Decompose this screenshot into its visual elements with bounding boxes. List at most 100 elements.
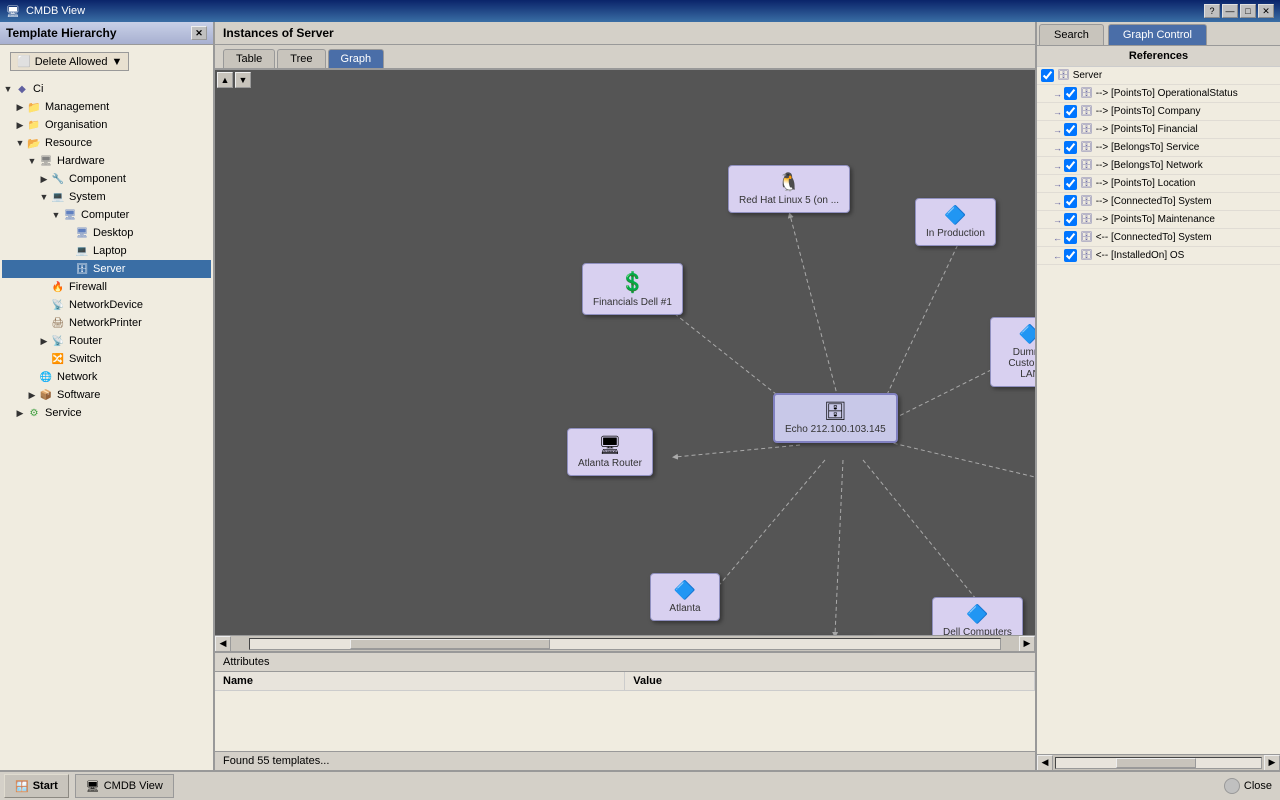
ref-connectedto-system-icon: 🗄 [1080, 196, 1093, 207]
toggle-resource[interactable]: ▼ [14, 137, 26, 149]
toggle-ci[interactable]: ▼ [2, 83, 14, 95]
tree-item-network[interactable]: ▶ 🌐 Network [2, 368, 211, 386]
toggle-software[interactable]: ▶ [26, 389, 38, 401]
ref-company-icon: 🗄 [1080, 106, 1093, 117]
icon-ci: ◆ [14, 81, 30, 97]
toggle-hardware[interactable]: ▼ [26, 155, 38, 167]
toggle-router[interactable]: ▶ [38, 335, 50, 347]
tab-tree[interactable]: Tree [277, 49, 325, 68]
scroll-right-button[interactable]: ▶ [1019, 636, 1035, 652]
taskbar-cmdb-view[interactable]: 🖥 CMDB View [75, 774, 174, 798]
ref-operationalstatus-checkbox[interactable] [1064, 87, 1077, 100]
icon-resource: 📂 [26, 135, 42, 151]
ref-installedon-os: ← 🗄 <-- [InstalledOn] OS [1037, 247, 1280, 265]
tree-item-laptop[interactable]: ▶ 💻 Laptop [2, 242, 211, 260]
tree-item-router[interactable]: ▶ 📡 Router [2, 332, 211, 350]
node-dellcomputers[interactable]: 🔷 Dell Computers [932, 597, 1023, 635]
tree-item-server[interactable]: ▶ 🗄 Server [2, 260, 211, 278]
ref-network-checkbox[interactable] [1064, 159, 1077, 172]
tree-item-networkdevice[interactable]: ▶ 📡 NetworkDevice [2, 296, 211, 314]
label-resource: Resource [45, 137, 92, 149]
tree-item-component[interactable]: ▶ 🔧 Component [2, 170, 211, 188]
node-dummycustomer[interactable]: 🔷 Dummy Customer LAN [990, 317, 1035, 387]
scroll-down-btn[interactable]: ▼ [235, 72, 251, 88]
toggle-organisation[interactable]: ▶ [14, 119, 26, 131]
ref-company-checkbox[interactable] [1064, 105, 1077, 118]
tree-item-switch[interactable]: ▶ 🔀 Switch [2, 350, 211, 368]
graph-connections [215, 70, 1035, 635]
toggle-component[interactable]: ▶ [38, 173, 50, 185]
icon-system: 💻 [50, 189, 66, 205]
node-atlanta[interactable]: 🔷 Atlanta [650, 573, 720, 621]
tree-item-resource[interactable]: ▼ 📂 Resource [2, 134, 211, 152]
toggle-computer[interactable]: ▼ [50, 209, 62, 221]
icon-networkdevice: 📡 [50, 297, 66, 313]
toggle-management[interactable]: ▶ [14, 101, 26, 113]
tree-item-ci[interactable]: ▼ ◆ Ci [2, 80, 211, 98]
tree-item-computer[interactable]: ▼ 🖥 Computer [2, 206, 211, 224]
inproduction-label: In Production [926, 228, 985, 239]
toggle-service[interactable]: ▶ [14, 407, 26, 419]
right-scroll-right[interactable]: ▶ [1264, 755, 1280, 771]
tree-item-software[interactable]: ▶ 📦 Software [2, 386, 211, 404]
right-hscrollbar[interactable] [1055, 757, 1262, 769]
ref-connectedto-system-back-label: <-- [ConnectedTo] System [1096, 232, 1212, 243]
node-atlantarouter[interactable]: 🖥 Atlanta Router [567, 428, 653, 476]
delete-allowed-button[interactable]: ⬜ Delete Allowed ▼ [10, 52, 129, 71]
tree-item-desktop[interactable]: ▶ 🖥 Desktop [2, 224, 211, 242]
ref-location-checkbox[interactable] [1064, 177, 1077, 190]
inproduction-icon: 🔷 [926, 205, 985, 226]
start-button[interactable]: 🪟 Start [4, 774, 69, 798]
scroll-left-button[interactable]: ◀ [215, 636, 231, 652]
ref-location: → 🗄 --> [PointsTo] Location [1037, 175, 1280, 193]
ref-connectedto-system-back: ← 🗄 <-- [ConnectedTo] System [1037, 229, 1280, 247]
tree-item-organisation[interactable]: ▶ 📁 Organisation [2, 116, 211, 134]
tree-item-hardware[interactable]: ▼ 🖥 Hardware [2, 152, 211, 170]
ref-maintenance: → 🗄 --> [PointsTo] Maintenance [1037, 211, 1280, 229]
node-redhat[interactable]: 🐧 Red Hat Linux 5 (on ... [728, 165, 850, 213]
tree-item-management[interactable]: ▶ 📁 Management [2, 98, 211, 116]
icon-switch: 🔀 [50, 351, 66, 367]
minimize-button[interactable]: — [1222, 4, 1238, 18]
ref-arrow-2: → [1053, 107, 1062, 117]
tab-graphcontrol[interactable]: Graph Control [1108, 24, 1207, 45]
attr-col-name: Name [215, 672, 625, 691]
ref-maintenance-checkbox[interactable] [1064, 213, 1077, 226]
close-circle-icon [1224, 778, 1240, 794]
right-scroll-left[interactable]: ◀ [1037, 755, 1053, 771]
close-status-area[interactable]: Close [1224, 778, 1272, 794]
node-inproduction[interactable]: 🔷 In Production [915, 198, 996, 246]
help-button[interactable]: ? [1204, 4, 1220, 18]
icon-laptop: 💻 [74, 243, 90, 259]
tree-container[interactable]: ▼ ◆ Ci ▶ 📁 Management ▶ 📁 Organisation ▼… [0, 78, 213, 770]
tab-search[interactable]: Search [1039, 24, 1104, 45]
tab-table[interactable]: Table [223, 49, 275, 68]
attributes-table: Name Value [215, 672, 1035, 691]
tab-graph[interactable]: Graph [328, 49, 385, 68]
label-networkdevice: NetworkDevice [69, 299, 143, 311]
graph-area[interactable]: 🗄 Echo 212.100.103.145 🐧 Red Hat Linux 5… [215, 70, 1035, 635]
node-echo[interactable]: 🗄 Echo 212.100.103.145 [773, 393, 898, 443]
maximize-button[interactable]: □ [1240, 4, 1256, 18]
ref-server-checkbox[interactable] [1041, 69, 1054, 82]
ref-installedon-os-label: <-- [InstalledOn] OS [1096, 250, 1185, 261]
toggle-system[interactable]: ▼ [38, 191, 50, 203]
tree-item-system[interactable]: ▼ 💻 System [2, 188, 211, 206]
ref-connectedto-system-back-checkbox[interactable] [1064, 231, 1077, 244]
ref-installedon-os-checkbox[interactable] [1064, 249, 1077, 262]
tree-item-networkprinter[interactable]: ▶ 🖨 NetworkPrinter [2, 314, 211, 332]
close-window-button[interactable]: ✕ [1258, 4, 1274, 18]
tree-item-firewall[interactable]: ▶ 🔥 Firewall [2, 278, 211, 296]
ref-service-checkbox[interactable] [1064, 141, 1077, 154]
ref-arrow-3: → [1053, 125, 1062, 135]
ref-operationalstatus-icon: 🗄 [1080, 88, 1093, 99]
scroll-up-btn[interactable]: ▲ [217, 72, 233, 88]
node-financials[interactable]: 💲 Financials Dell #1 [582, 263, 683, 315]
ref-connectedto-system-checkbox[interactable] [1064, 195, 1077, 208]
references-list[interactable]: 🗄 Server → 🗄 --> [PointsTo] OperationalS… [1037, 67, 1280, 754]
tree-item-service[interactable]: ▶ ⚙ Service [2, 404, 211, 422]
horizontal-scrollbar[interactable] [249, 638, 1001, 650]
ref-financial-icon: 🗄 [1080, 124, 1093, 135]
left-panel-close[interactable]: ✕ [191, 26, 207, 40]
ref-financial-checkbox[interactable] [1064, 123, 1077, 136]
